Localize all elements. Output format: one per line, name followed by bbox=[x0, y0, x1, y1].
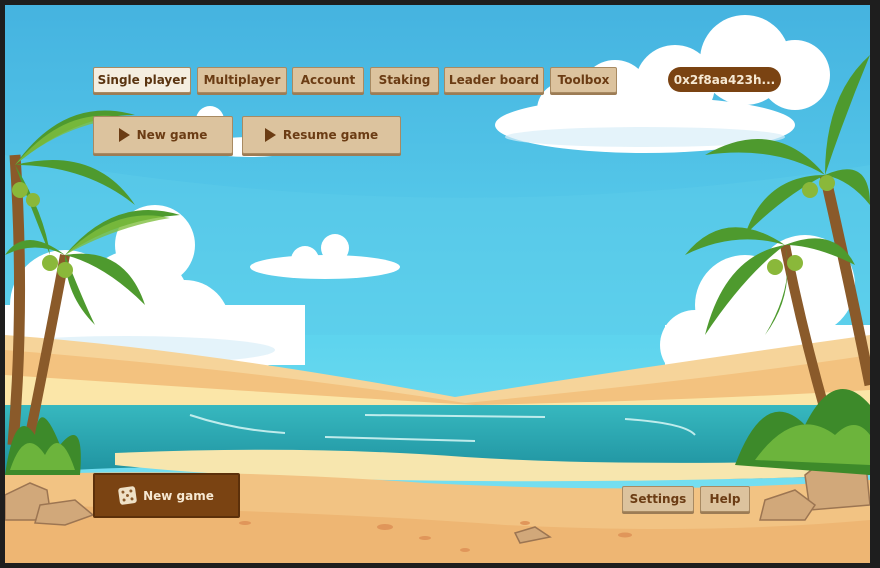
tab-staking[interactable]: Staking bbox=[370, 67, 439, 93]
tab-toolbox[interactable]: Toolbox bbox=[550, 67, 617, 93]
play-icon bbox=[264, 128, 276, 142]
tab-multiplayer[interactable]: Multiplayer bbox=[197, 67, 287, 93]
tab-single-player[interactable]: Single player bbox=[93, 67, 191, 93]
help-button[interactable]: Help bbox=[700, 486, 750, 512]
tab-account[interactable]: Account bbox=[292, 67, 364, 93]
dice-icon bbox=[118, 485, 138, 506]
tab-leader-board[interactable]: Leader board bbox=[444, 67, 544, 93]
wallet-address-badge[interactable]: 0x2f8aa423h... bbox=[668, 67, 781, 92]
play-icon bbox=[118, 128, 130, 142]
new-game-label: New game bbox=[136, 128, 208, 142]
new-game-button[interactable]: New game bbox=[93, 116, 233, 154]
resume-game-label: Resume game bbox=[282, 128, 379, 142]
quick-new-game-label: New game bbox=[143, 488, 214, 503]
resume-game-button[interactable]: Resume game bbox=[242, 116, 401, 154]
game-window: Single player Multiplayer Account Stakin… bbox=[5, 5, 870, 563]
quick-new-game-button[interactable]: New game bbox=[93, 473, 240, 518]
settings-button[interactable]: Settings bbox=[622, 486, 694, 512]
